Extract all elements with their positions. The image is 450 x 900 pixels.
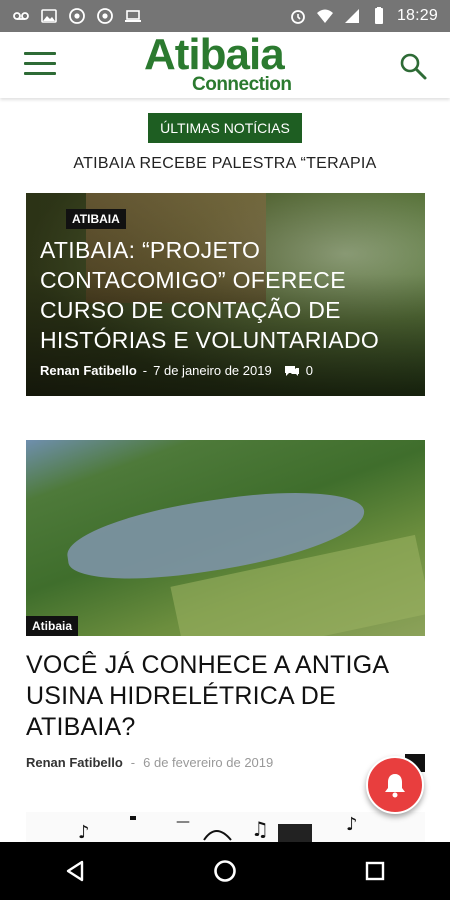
back-button[interactable] (55, 851, 95, 891)
article-date: 6 de fevereiro de 2019 (143, 755, 274, 770)
recents-button[interactable] (355, 851, 395, 891)
chrome-icon (96, 7, 114, 25)
category-tag[interactable]: Atibaia (26, 616, 79, 636)
svg-text:—: — (176, 814, 190, 830)
search-button[interactable] (398, 51, 428, 81)
music-notes-image: ♪ — ♫ ♪ (26, 812, 425, 842)
article-card-featured[interactable]: ATIBAIA ATIBAIA: “PROJETO CONTACOMIGO” O… (26, 193, 425, 396)
recents-icon (365, 861, 385, 881)
voicemail-icon (12, 7, 30, 25)
notification-bell-button[interactable] (366, 756, 424, 814)
article-author[interactable]: Renan Fatibello (40, 363, 137, 378)
meta-separator: - (130, 755, 136, 770)
chrome-icon (68, 7, 86, 25)
logo-sub-text: Connection (192, 74, 292, 95)
wifi-icon (316, 7, 334, 25)
laptop-icon (124, 7, 142, 25)
status-bar-system: 18:29 (289, 7, 450, 25)
article-meta: Renan Fatibello - 7 de janeiro de 2019 0 (40, 363, 313, 378)
home-button[interactable] (205, 851, 245, 891)
status-time: 18:29 (396, 7, 438, 24)
svg-text:♪: ♪ (78, 822, 90, 842)
app-header: Atibaia Connection (0, 30, 450, 98)
meta-separator: - (142, 363, 148, 378)
system-nav-bar (0, 842, 450, 900)
home-icon (214, 860, 236, 882)
category-tag[interactable]: ATIBAIA (66, 209, 126, 229)
signal-icon (343, 7, 361, 25)
menu-button[interactable] (24, 52, 56, 78)
article-title[interactable]: VOCÊ JÁ CONHECE A ANTIGA USINA HIDRELÉTR… (26, 650, 426, 743)
comments-icon (284, 364, 300, 378)
svg-text:♫: ♫ (251, 817, 269, 841)
search-icon (400, 53, 427, 80)
status-bar: 18:29 (0, 0, 450, 32)
article-title[interactable]: ATIBAIA: “PROJETO CONTACOMIGO” OFERECE C… (40, 235, 410, 355)
menu-icon-bar (24, 72, 56, 75)
image-icon (40, 7, 58, 25)
latest-news-badge: ÚLTIMAS NOTÍCIAS (148, 113, 302, 143)
menu-icon-bar (24, 62, 56, 65)
article-author[interactable]: Renan Fatibello (26, 755, 123, 770)
alarm-icon (289, 7, 307, 25)
article-image-lake[interactable]: Atibaia (26, 440, 425, 636)
comments-count[interactable]: 0 (306, 363, 313, 378)
site-logo[interactable]: Atibaia Connection (144, 30, 314, 96)
menu-icon (24, 52, 56, 55)
status-bar-notifications (0, 7, 142, 25)
svg-text:♪: ♪ (346, 814, 358, 835)
article-meta: Renan Fatibello - 6 de fevereiro de 2019 (26, 755, 273, 770)
battery-icon (370, 7, 388, 25)
article-date: 7 de janeiro de 2019 (153, 363, 272, 378)
bell-icon (385, 774, 405, 798)
article-image-partial[interactable]: ♪ — ♫ ♪ (26, 812, 425, 842)
logo-main-text: Atibaia (144, 30, 285, 79)
ticker-headline[interactable]: ATIBAIA RECEBE PALESTRA “TERAPIA (0, 155, 450, 173)
back-icon (66, 860, 84, 882)
